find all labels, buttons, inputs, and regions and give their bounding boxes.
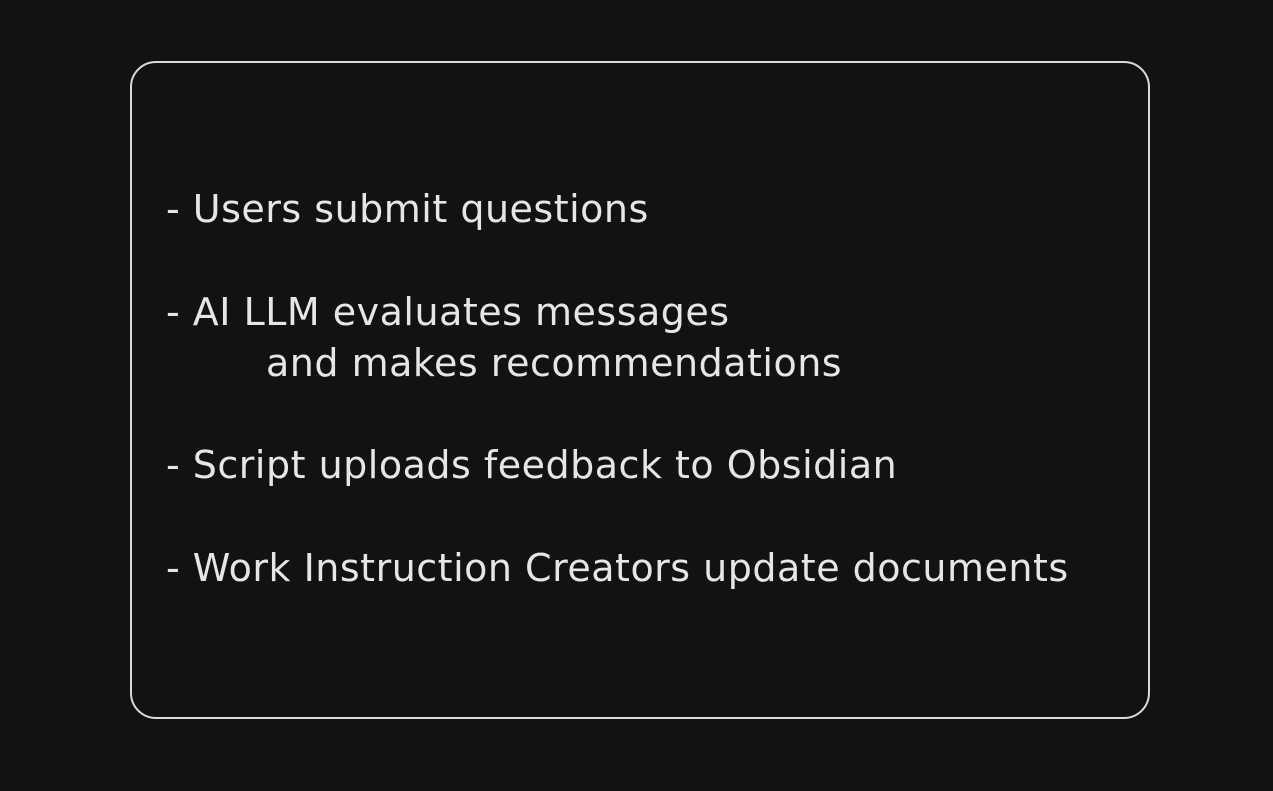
step-script-uploads: - Script uploads feedback to Obsidian [166,443,898,487]
step-creators-update: - Work Instruction Creators update docum… [166,546,1069,590]
step-users-submit: - Users submit questions [166,187,649,231]
process-box [130,61,1150,719]
diagram-canvas: - Users submit questions - AI LLM evalua… [0,0,1273,791]
step-ai-evaluates-continued: and makes recommendations [266,341,843,385]
step-ai-evaluates: - AI LLM evaluates messages [166,290,730,334]
